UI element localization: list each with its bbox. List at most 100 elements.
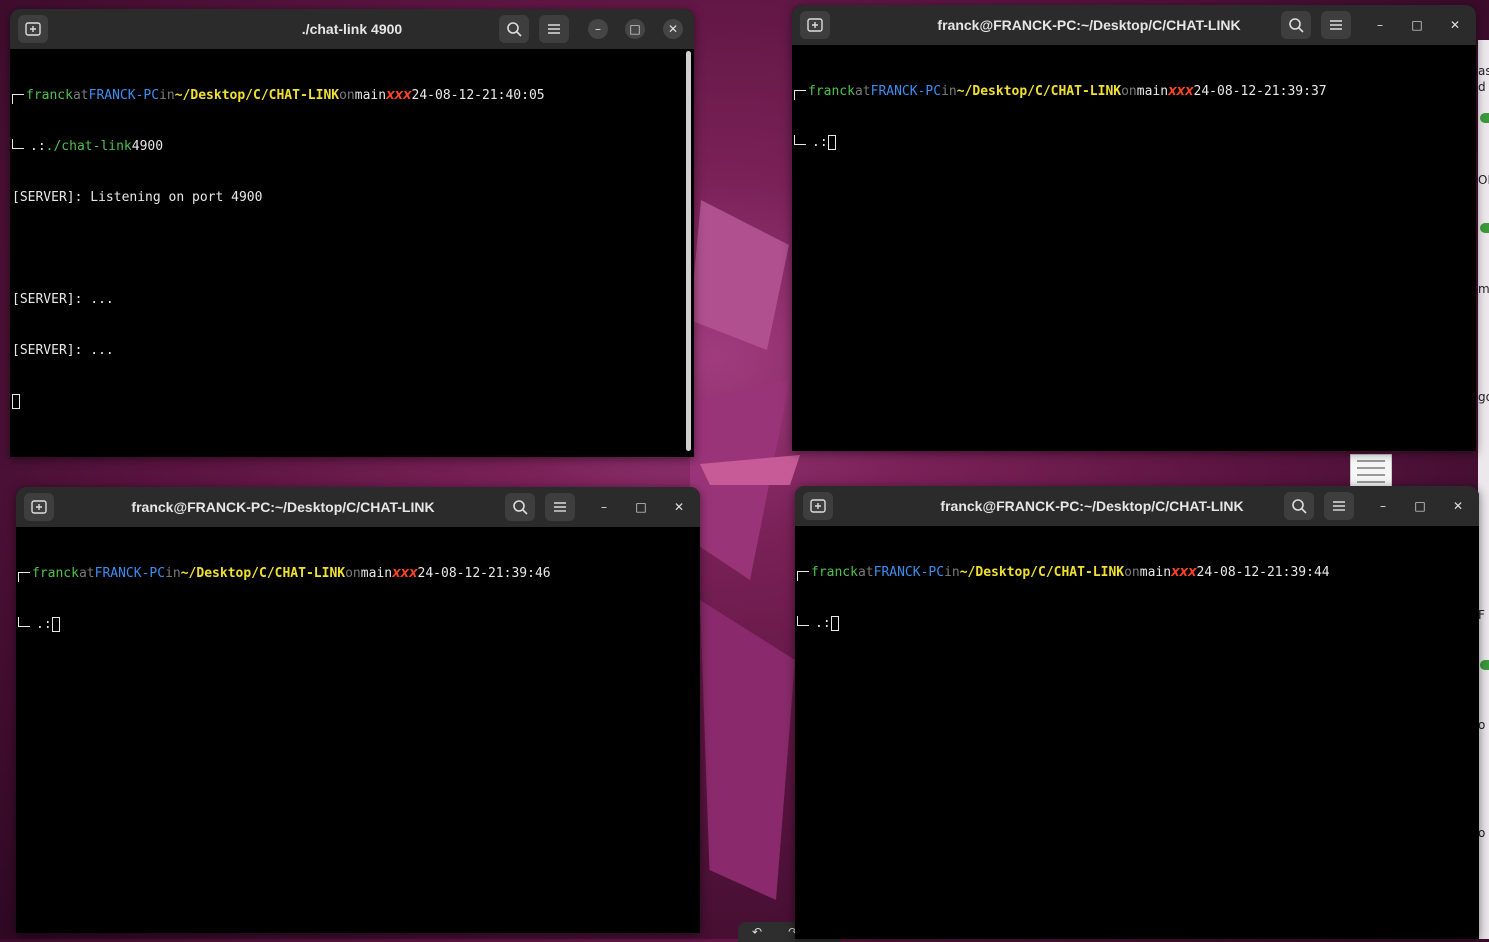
prompt-time: 21:39:37 xyxy=(1263,84,1327,99)
terminal-body[interactable]: franck at FRANCK-PC in ~/Desktop/C/CHAT-… xyxy=(10,49,694,457)
status-dot xyxy=(1480,223,1489,233)
prompt-on: on xyxy=(345,566,361,581)
prompt-branch: main xyxy=(360,566,393,581)
terminal-body[interactable]: franck at FRANCK-PC in ~/Desktop/C/CHAT-… xyxy=(795,526,1479,939)
input-line[interactable] xyxy=(12,393,692,410)
menu-button[interactable] xyxy=(545,493,575,521)
prompt-path: ~/Desktop/C/CHAT-LINK xyxy=(959,565,1125,580)
new-tab-button[interactable] xyxy=(803,492,833,520)
titlebar[interactable]: ./chat-link 4900 – □ ✕ xyxy=(10,9,694,49)
status-dot xyxy=(1480,113,1489,123)
search-button[interactable] xyxy=(505,493,535,521)
prompt-at: at xyxy=(78,566,95,581)
search-icon xyxy=(513,500,528,515)
search-icon xyxy=(507,22,522,37)
close-button[interactable]: ✕ xyxy=(663,19,683,39)
terminal-body[interactable]: franck at FRANCK-PC in ~/Desktop/C/CHAT-… xyxy=(16,527,700,933)
terminal-window-client-2[interactable]: franck@FRANCK-PC:~/Desktop/C/CHAT-LINK –… xyxy=(16,487,700,933)
text-cursor xyxy=(51,617,60,632)
background-text: o xyxy=(1478,718,1486,732)
command-text: ./chat-link xyxy=(45,139,132,154)
prompt-line: franck at FRANCK-PC in ~/Desktop/C/CHAT-… xyxy=(18,565,698,582)
maximize-button[interactable]: □ xyxy=(1407,15,1427,35)
prompt-symbol: .: xyxy=(812,135,828,150)
prompt-host: FRANCK-PC xyxy=(873,565,945,580)
maximize-icon: □ xyxy=(635,500,647,514)
wallpaper-shape xyxy=(700,600,795,900)
close-button[interactable]: ✕ xyxy=(669,497,689,517)
background-text: OF xyxy=(1478,173,1489,187)
maximize-button[interactable]: □ xyxy=(1410,496,1430,516)
prompt-user: franck xyxy=(32,566,79,581)
output-line: [SERVER]: ... xyxy=(12,343,114,358)
titlebar[interactable]: franck@FRANCK-PC:~/Desktop/C/CHAT-LINK –… xyxy=(792,5,1476,45)
prompt-date: 24-08-12 xyxy=(411,88,475,103)
prompt-line: franck at FRANCK-PC in ~/Desktop/C/CHAT-… xyxy=(794,83,1474,100)
input-line[interactable]: .: xyxy=(797,615,1477,632)
git-status-badge: XXX xyxy=(1171,566,1197,579)
git-status-badge: XXX xyxy=(1168,85,1194,98)
menu-button[interactable] xyxy=(539,15,569,43)
hamburger-menu-icon xyxy=(1333,501,1345,511)
close-icon: ✕ xyxy=(1449,18,1461,32)
prompt-symbol: .: xyxy=(815,616,831,631)
command-arg: 4900 xyxy=(131,139,164,154)
background-text: go xyxy=(1478,390,1489,404)
new-tab-button[interactable] xyxy=(800,11,830,39)
document-icon[interactable] xyxy=(1350,454,1392,488)
close-button[interactable]: ✕ xyxy=(1448,496,1468,516)
input-line[interactable]: .: xyxy=(794,134,1474,151)
minimize-button[interactable]: – xyxy=(594,497,614,517)
search-button[interactable] xyxy=(1281,11,1311,39)
prompt-host: FRANCK-PC xyxy=(94,566,166,581)
prompt-on: on xyxy=(1121,84,1137,99)
close-icon: ✕ xyxy=(667,22,679,36)
new-tab-button[interactable] xyxy=(24,493,54,521)
hamburger-menu-icon xyxy=(1330,20,1342,30)
text-cursor xyxy=(827,135,836,150)
terminal-window-client-3[interactable]: franck@FRANCK-PC:~/Desktop/C/CHAT-LINK –… xyxy=(795,486,1479,939)
minimize-button[interactable]: – xyxy=(1373,496,1393,516)
close-icon: ✕ xyxy=(673,500,685,514)
prompt-host: FRANCK-PC xyxy=(88,88,160,103)
minimize-button[interactable]: – xyxy=(1370,15,1390,35)
new-tab-button[interactable] xyxy=(18,15,48,43)
titlebar[interactable]: franck@FRANCK-PC:~/Desktop/C/CHAT-LINK –… xyxy=(16,487,700,527)
text-cursor xyxy=(830,616,839,631)
prompt-user: franck xyxy=(811,565,858,580)
prompt-user: franck xyxy=(808,84,855,99)
background-text: o xyxy=(1478,826,1486,840)
terminal-window-client-1[interactable]: franck@FRANCK-PC:~/Desktop/C/CHAT-LINK –… xyxy=(792,5,1476,451)
background-text: ma xyxy=(1478,282,1489,296)
minimize-icon: – xyxy=(595,22,601,36)
minimize-button[interactable]: – xyxy=(588,19,608,39)
prompt-at: at xyxy=(857,565,874,580)
maximize-button[interactable]: □ xyxy=(625,19,645,39)
wallpaper-shape xyxy=(690,200,789,350)
git-status-badge: XXX xyxy=(386,89,412,102)
titlebar[interactable]: franck@FRANCK-PC:~/Desktop/C/CHAT-LINK –… xyxy=(795,486,1479,526)
prompt-symbol: .: xyxy=(30,139,46,154)
search-button[interactable] xyxy=(1284,492,1314,520)
scrollbar[interactable] xyxy=(686,51,691,451)
prompt-line: franck at FRANCK-PC in ~/Desktop/C/CHAT-… xyxy=(12,87,692,104)
background-text: as xyxy=(1478,64,1489,78)
prompt-host: FRANCK-PC xyxy=(870,84,942,99)
prompt-time: 21:40:05 xyxy=(481,88,545,103)
terminal-window-server[interactable]: ./chat-link 4900 – □ ✕ franck at FRANCK-… xyxy=(10,9,694,457)
search-button[interactable] xyxy=(499,15,529,43)
output-line: [SERVER]: Listening on port 4900 xyxy=(12,190,263,205)
prompt-date: 24-08-12 xyxy=(1193,84,1257,99)
menu-button[interactable] xyxy=(1324,492,1354,520)
menu-button[interactable] xyxy=(1321,11,1351,39)
maximize-button[interactable]: □ xyxy=(631,497,651,517)
prompt-dash: - xyxy=(1259,565,1267,580)
prompt-dash: - xyxy=(480,566,488,581)
status-dot xyxy=(1480,660,1489,670)
prompt-path: ~/Desktop/C/CHAT-LINK xyxy=(174,88,340,103)
terminal-body[interactable]: franck at FRANCK-PC in ~/Desktop/C/CHAT-… xyxy=(792,45,1476,451)
close-button[interactable]: ✕ xyxy=(1445,15,1465,35)
prompt-path: ~/Desktop/C/CHAT-LINK xyxy=(180,566,346,581)
input-line[interactable]: .: xyxy=(18,616,698,633)
undo-icon[interactable]: ↶ xyxy=(752,925,762,939)
